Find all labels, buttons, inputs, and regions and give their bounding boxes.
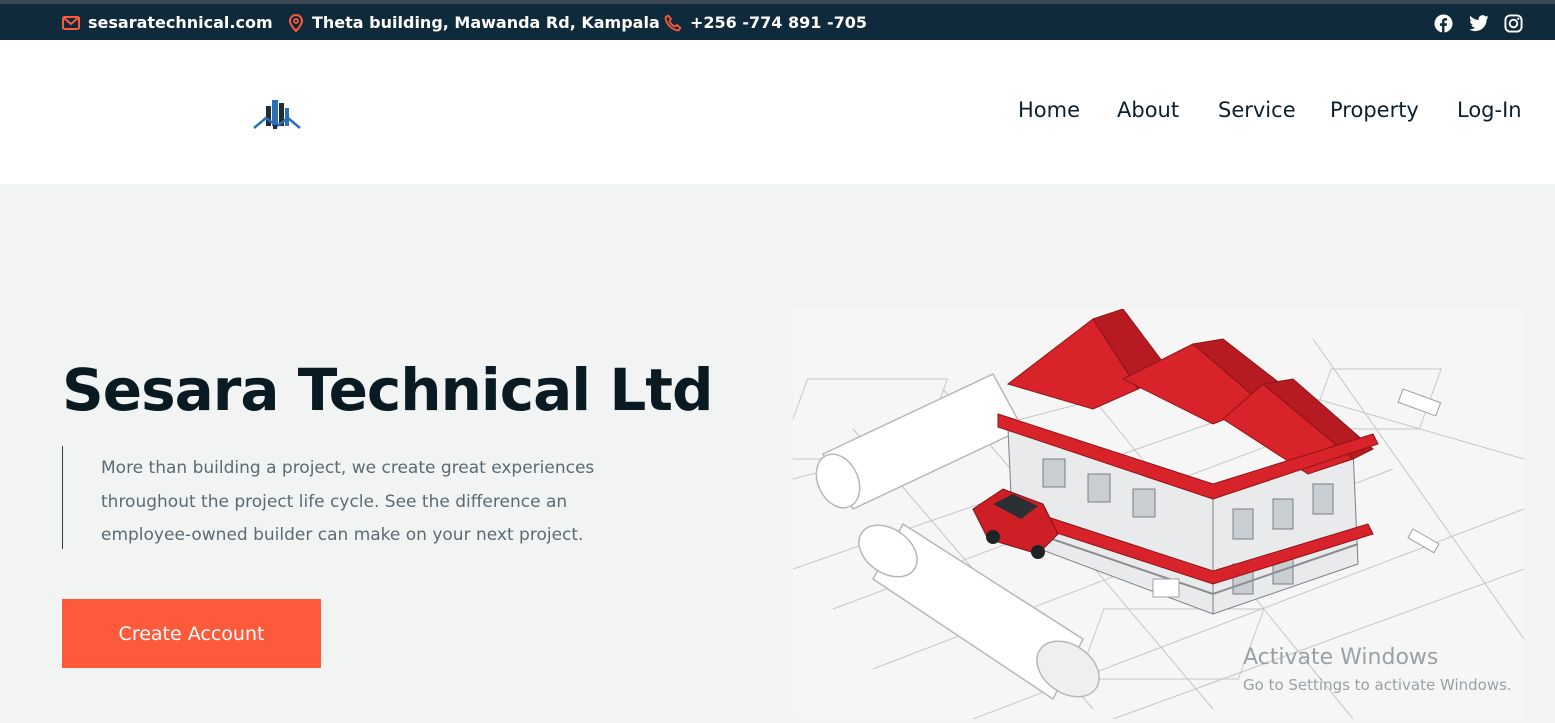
- mail-icon: [62, 15, 80, 30]
- hero-description-line: employee-owned builder can make on your …: [101, 525, 584, 545]
- hero-description-line: throughout the project life cycle. See t…: [101, 491, 568, 512]
- address-contact: Theta building, Mawanda Rd, Kampala: [288, 13, 660, 32]
- phone-icon: [664, 14, 682, 31]
- create-account-button[interactable]: Create Account: [62, 599, 321, 668]
- activate-windows-title: Activate Windows: [1243, 645, 1439, 670]
- instagram-icon[interactable]: [1504, 14, 1523, 33]
- nav-home[interactable]: Home: [1018, 98, 1080, 122]
- phone-contact[interactable]: +256 -774 891 -705: [664, 13, 867, 32]
- building-logo-icon[interactable]: [252, 98, 302, 134]
- activate-windows-watermark: Activate Windows Go to Settings to activ…: [1243, 645, 1512, 694]
- location-pin-icon: [288, 13, 304, 32]
- nav-service[interactable]: Service: [1218, 98, 1296, 122]
- phone-text: +256 -774 891 -705: [690, 13, 867, 32]
- hero-description-line: More than building a project, we create …: [101, 458, 595, 478]
- facebook-icon[interactable]: [1434, 14, 1453, 33]
- email-contact[interactable]: sesaratechnical.com: [62, 13, 273, 32]
- hero-section: Sesara Technical Ltd More than building …: [0, 184, 1555, 723]
- nav-login[interactable]: Log-In: [1457, 98, 1522, 122]
- address-text: Theta building, Mawanda Rd, Kampala: [312, 13, 660, 32]
- hero-title: Sesara Technical Ltd: [62, 356, 714, 424]
- social-links: [1434, 14, 1523, 33]
- twitter-icon[interactable]: [1469, 15, 1489, 32]
- email-text: sesaratechnical.com: [88, 13, 273, 32]
- site-header: Home About Service Property Log-In: [0, 40, 1555, 184]
- hero-description: More than building a project, we create …: [62, 446, 622, 549]
- activate-windows-subtitle: Go to Settings to activate Windows.: [1243, 676, 1512, 694]
- top-contact-bar: sesaratechnical.com Theta building, Mawa…: [0, 0, 1555, 40]
- nav-property[interactable]: Property: [1330, 98, 1419, 122]
- nav-about[interactable]: About: [1117, 98, 1179, 122]
